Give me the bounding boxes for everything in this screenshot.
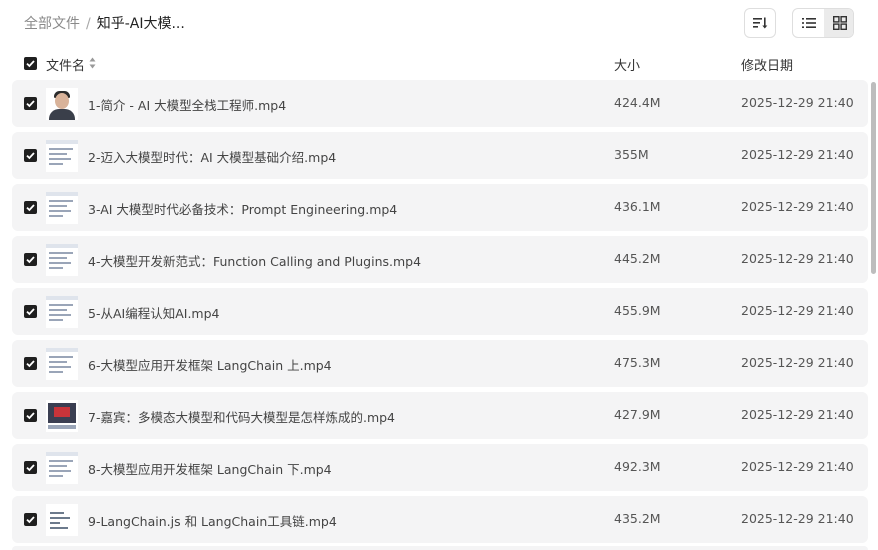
- grid-view-button[interactable]: [824, 9, 853, 37]
- file-row[interactable]: 3-AI 大模型时代必备技术：Prompt Engineering.mp4 436…: [12, 184, 868, 231]
- file-size: 427.9M: [614, 407, 661, 422]
- row-checkbox[interactable]: [24, 305, 37, 318]
- grid-view-icon: [832, 16, 847, 30]
- column-header-row: 文件名 大小 修改日期: [0, 50, 878, 78]
- file-row[interactable]: 9-LangChain.js 和 LangChain工具链.mp4 435.2M 2…: [12, 496, 868, 543]
- select-all-checkbox[interactable]: [24, 57, 37, 70]
- sort-icon: [753, 17, 768, 29]
- file-modified-date: 2025-12-29 21:40: [741, 355, 854, 370]
- list-view-icon: [801, 18, 816, 28]
- list-view-button[interactable]: [793, 9, 824, 37]
- video-thumbnail[interactable]: [46, 88, 78, 120]
- file-modified-date: 2025-12-29 21:40: [741, 95, 854, 110]
- row-checkbox[interactable]: [24, 253, 37, 266]
- file-row[interactable]: 8-大模型应用开发框架 LangChain 下.mp4 492.3M 2025-12…: [12, 444, 868, 491]
- file-row[interactable]: 1-简介 - AI 大模型全栈工程师.mp4 424.4M 2025-12-29 2…: [12, 80, 868, 127]
- file-size: 475.3M: [614, 355, 661, 370]
- file-size: 492.3M: [614, 459, 661, 474]
- row-checkbox[interactable]: [24, 149, 37, 162]
- breadcrumb: 全部文件 / 知乎-AI大模...: [24, 14, 185, 34]
- file-name[interactable]: 7-嘉宾：多模态大模型和代码大模型是怎样炼成的.mp4: [88, 407, 395, 426]
- video-thumbnail[interactable]: [46, 192, 78, 224]
- file-name[interactable]: 3-AI 大模型时代必备技术：Prompt Engineering.mp4: [88, 199, 397, 218]
- file-size: 445.2M: [614, 251, 661, 266]
- vertical-scrollbar[interactable]: [871, 82, 876, 274]
- file-list: 1-简介 - AI 大模型全栈工程师.mp4 424.4M 2025-12-29 2…: [12, 80, 868, 548]
- checkmark-icon: [26, 60, 35, 68]
- file-name[interactable]: 9-LangChain.js 和 LangChain工具链.mp4: [88, 511, 337, 530]
- column-header-date[interactable]: 修改日期: [741, 55, 793, 74]
- row-checkbox[interactable]: [24, 461, 37, 474]
- file-name[interactable]: 1-简介 - AI 大模型全栈工程师.mp4: [88, 95, 286, 114]
- checkmark-icon: [26, 100, 35, 108]
- column-header-name[interactable]: 文件名: [46, 55, 85, 74]
- breadcrumb-root-link[interactable]: 全部文件: [24, 16, 80, 32]
- sort-arrows-icon[interactable]: [89, 57, 96, 69]
- checkmark-icon: [26, 308, 35, 316]
- file-size: 436.1M: [614, 199, 661, 214]
- column-header-size[interactable]: 大小: [614, 55, 640, 74]
- breadcrumb-current-folder: 知乎-AI大模...: [96, 16, 185, 32]
- file-modified-date: 2025-12-29 21:40: [741, 251, 854, 266]
- file-size: 424.4M: [614, 95, 661, 110]
- file-name[interactable]: 2-迈入大模型时代：AI 大模型基础介绍.mp4: [88, 147, 336, 166]
- video-thumbnail[interactable]: [46, 504, 78, 536]
- video-thumbnail[interactable]: [46, 400, 78, 432]
- file-row[interactable]: 4-大模型开发新范式：Function Calling and Plugins.…: [12, 236, 868, 283]
- file-row[interactable]: 5-从AI编程认知AI.mp4 455.9M 2025-12-29 21:40: [12, 288, 868, 335]
- file-name[interactable]: 4-大模型开发新范式：Function Calling and Plugins.…: [88, 251, 421, 270]
- file-size: 355M: [614, 147, 649, 162]
- checkmark-icon: [26, 412, 35, 420]
- file-modified-date: 2025-12-29 21:40: [741, 511, 854, 526]
- row-checkbox[interactable]: [24, 513, 37, 526]
- row-checkbox[interactable]: [24, 201, 37, 214]
- file-size: 455.9M: [614, 303, 661, 318]
- file-row[interactable]: 6-大模型应用开发框架 LangChain 上.mp4 475.3M 2025-12…: [12, 340, 868, 387]
- checkmark-icon: [26, 516, 35, 524]
- checkmark-icon: [26, 204, 35, 212]
- file-name[interactable]: 5-从AI编程认知AI.mp4: [88, 303, 219, 322]
- file-size: 435.2M: [614, 511, 661, 526]
- row-checkbox[interactable]: [24, 97, 37, 110]
- video-thumbnail[interactable]: [46, 296, 78, 328]
- video-thumbnail[interactable]: [46, 348, 78, 380]
- checkmark-icon: [26, 256, 35, 264]
- next-row-partial: [12, 546, 868, 550]
- checkmark-icon: [26, 464, 35, 472]
- video-thumbnail[interactable]: [46, 452, 78, 484]
- file-modified-date: 2025-12-29 21:40: [741, 303, 854, 318]
- file-modified-date: 2025-12-29 21:40: [741, 459, 854, 474]
- sort-button[interactable]: [744, 8, 776, 38]
- checkmark-icon: [26, 360, 35, 368]
- file-row[interactable]: 7-嘉宾：多模态大模型和代码大模型是怎样炼成的.mp4 427.9M 2025-12…: [12, 392, 868, 439]
- file-modified-date: 2025-12-29 21:40: [741, 147, 854, 162]
- file-modified-date: 2025-12-29 21:40: [741, 407, 854, 422]
- view-mode-toggle: [792, 8, 854, 38]
- breadcrumb-separator: /: [86, 16, 91, 32]
- video-thumbnail[interactable]: [46, 244, 78, 276]
- row-checkbox[interactable]: [24, 409, 37, 422]
- checkmark-icon: [26, 152, 35, 160]
- file-row[interactable]: 2-迈入大模型时代：AI 大模型基础介绍.mp4 355M 2025-12-29 2…: [12, 132, 868, 179]
- top-bar: 全部文件 / 知乎-AI大模...: [0, 0, 878, 48]
- file-name[interactable]: 8-大模型应用开发框架 LangChain 下.mp4: [88, 459, 332, 478]
- row-checkbox[interactable]: [24, 357, 37, 370]
- file-modified-date: 2025-12-29 21:40: [741, 199, 854, 214]
- file-name[interactable]: 6-大模型应用开发框架 LangChain 上.mp4: [88, 355, 332, 374]
- video-thumbnail[interactable]: [46, 140, 78, 172]
